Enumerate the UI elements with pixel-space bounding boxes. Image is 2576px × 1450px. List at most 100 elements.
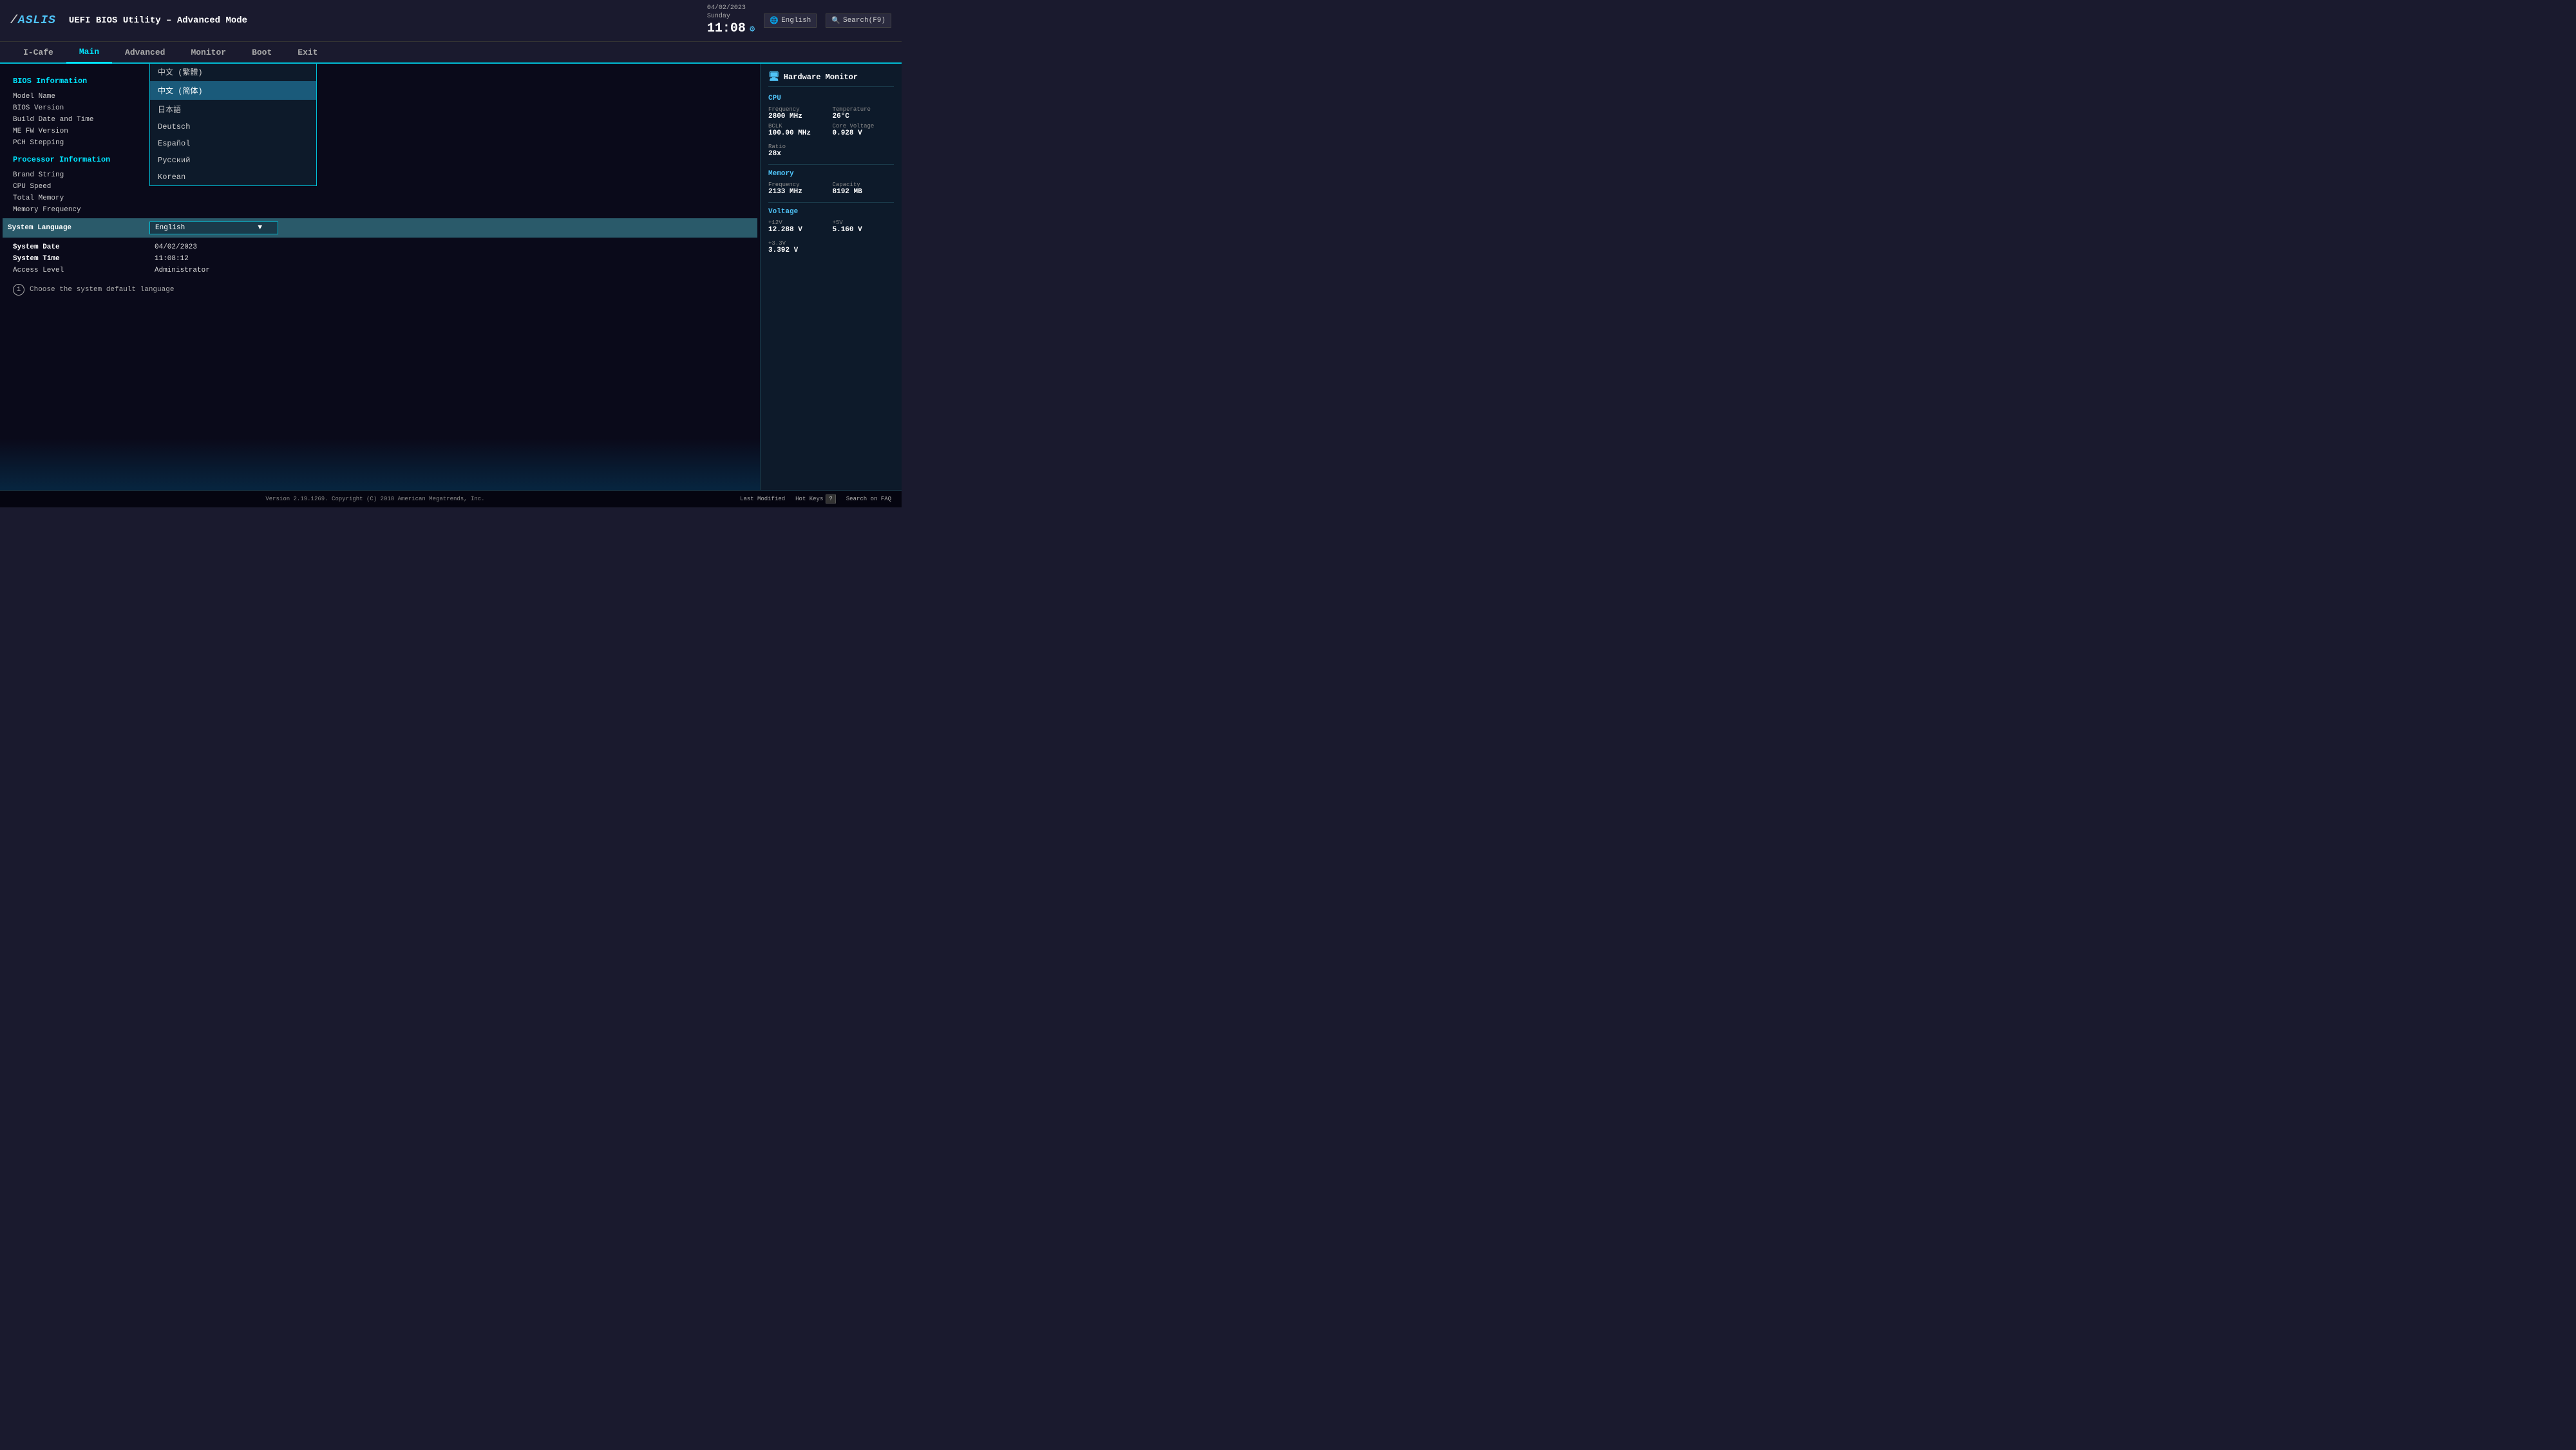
- mem-freq-value: 2133 MHz: [768, 188, 830, 196]
- selected-language-label: English: [155, 224, 185, 232]
- cpu-speed-row: CPU Speed: [13, 181, 747, 193]
- cpu-temp-value: 26°C: [833, 113, 895, 120]
- model-name-row: Model Name EX-B360M-V3: [13, 91, 747, 102]
- gear-icon[interactable]: ⚙: [750, 24, 755, 35]
- core-voltage-value: 0.928 V: [833, 129, 895, 137]
- access-level-value: Administrator: [155, 267, 210, 274]
- hw-monitor-label: Hardware Monitor: [784, 73, 858, 82]
- v12-value: 12.288 V: [768, 226, 830, 234]
- search-faq-label: Search on FAQ: [846, 496, 891, 502]
- v12-item: +12V 12.288 V: [768, 220, 830, 234]
- datetime-block: 04/02/2023 Sunday 11:08 ⚙: [707, 4, 755, 37]
- model-name-label: Model Name: [13, 93, 155, 100]
- cpu-ratio-grid: Ratio 28x: [768, 144, 894, 158]
- lang-option-russian[interactable]: Русский: [150, 152, 316, 169]
- me-fw-label: ME FW Version: [13, 127, 155, 135]
- globe-icon: 🌐: [770, 16, 779, 25]
- lang-option-korean[interactable]: Korean: [150, 169, 316, 185]
- v12-label: +12V: [768, 220, 830, 226]
- footer-bar: Version 2.19.1269. Copyright (C) 2018 Am…: [0, 490, 902, 507]
- main-content: BIOS Information Model Name EX-B360M-V3 …: [0, 64, 902, 490]
- tab-icafe[interactable]: I-Cafe: [10, 42, 66, 62]
- hardware-monitor-panel: 🖥 Hardware Monitor CPU Frequency 2800 MH…: [760, 64, 902, 490]
- language-dropdown-container: English Français 中文 (繁體) 中文 (简体) 日本語 Deu…: [149, 221, 278, 234]
- v33-label: +3.3V: [768, 240, 830, 247]
- info-tip-text: Choose the system default language: [30, 286, 174, 294]
- bios-title: UEFI BIOS Utility – Advanced Mode: [69, 15, 247, 26]
- total-memory-label: Total Memory: [13, 194, 155, 202]
- bios-info-section-header: BIOS Information: [13, 77, 747, 86]
- lang-option-zh-cn[interactable]: 中文 (简体): [150, 81, 316, 100]
- hotkey-icon: ?: [826, 494, 835, 504]
- left-panel: BIOS Information Model Name EX-B360M-V3 …: [0, 64, 760, 490]
- tab-advanced[interactable]: Advanced: [112, 42, 178, 62]
- language-select-current[interactable]: English ▼: [149, 221, 278, 234]
- sys-time-value: 11:08:12: [155, 255, 189, 263]
- ratio-item: Ratio 28x: [768, 144, 830, 158]
- tab-boot[interactable]: Boot: [239, 42, 285, 62]
- voltage-grid-2: +3.3V 3.392 V: [768, 240, 894, 254]
- bg-accent-decoration: [0, 438, 760, 490]
- lang-option-ja[interactable]: 日本語: [150, 100, 316, 118]
- cpu-freq-item: Frequency 2800 MHz: [768, 106, 830, 120]
- brand-string-row: Brand String: [13, 169, 747, 181]
- day-display: Sunday: [707, 12, 755, 21]
- memory-freq-row: Memory Frequency: [13, 204, 747, 216]
- v5-label: +5V: [833, 220, 895, 226]
- sys-date-label: System Date: [13, 243, 155, 251]
- me-fw-row: ME FW Version: [13, 126, 747, 137]
- build-date-row: Build Date and Time 09/14/2018: [13, 114, 747, 126]
- v5-item: +5V 5.160 V: [833, 220, 895, 234]
- dropdown-arrow-icon: ▼: [258, 224, 262, 232]
- sys-time-label: System Time: [13, 255, 155, 263]
- memory-freq-label: Memory Frequency: [13, 206, 155, 214]
- bios-version-row: BIOS Version 1404 x64: [13, 102, 747, 114]
- search-button[interactable]: 🔍 Search(F9): [826, 14, 891, 28]
- core-voltage-item: Core Voltage 0.928 V: [833, 123, 895, 137]
- footer-right: Last Modified Hot Keys ? Search on FAQ: [740, 494, 891, 504]
- time-display: 11:08: [707, 21, 746, 36]
- lang-option-deutsch[interactable]: Deutsch: [150, 118, 316, 135]
- asus-logo: /ASLIS: [10, 14, 56, 27]
- mem-cap-label: Capacity: [833, 182, 895, 188]
- last-modified-item: Last Modified: [740, 496, 785, 502]
- tab-main[interactable]: Main: [66, 42, 112, 64]
- core-voltage-label: Core Voltage: [833, 123, 895, 129]
- cpu-grid: Frequency 2800 MHz Temperature 26°C BCLK…: [768, 106, 894, 137]
- hw-monitor-title: 🖥 Hardware Monitor: [768, 71, 894, 87]
- brand-string-label: Brand String: [13, 171, 155, 179]
- tab-monitor[interactable]: Monitor: [178, 42, 239, 62]
- lang-option-espanol[interactable]: Español: [150, 135, 316, 152]
- lang-option-zh-tw[interactable]: 中文 (繁體): [150, 64, 316, 81]
- search-faq-item: Search on FAQ: [846, 496, 891, 502]
- bclk-item: BCLK 100.00 MHz: [768, 123, 830, 137]
- cpu-freq-value: 2800 MHz: [768, 113, 830, 120]
- v5-value: 5.160 V: [833, 226, 895, 234]
- monitor-icon: 🖥: [768, 71, 780, 82]
- footer-version: Version 2.19.1269. Copyright (C) 2018 Am…: [10, 496, 740, 502]
- cpu-speed-label: CPU Speed: [13, 183, 155, 191]
- system-time-row: System Time 11:08:12: [13, 253, 747, 265]
- mem-freq-item: Frequency 2133 MHz: [768, 182, 830, 196]
- search-label: Search(F9): [843, 17, 886, 24]
- language-dropdown[interactable]: English Français 中文 (繁體) 中文 (简体) 日本語 Deu…: [149, 64, 317, 186]
- hot-keys-label: Hot Keys: [795, 496, 823, 502]
- pch-stepping-label: PCH Stepping: [13, 139, 155, 147]
- cpu-temp-label: Temperature: [833, 106, 895, 113]
- info-tip: i Choose the system default language: [13, 284, 747, 296]
- processor-info-section-header: Processor Information: [13, 155, 747, 164]
- voltage-section-title: Voltage: [768, 208, 894, 216]
- language-button[interactable]: 🌐 English: [764, 14, 817, 28]
- system-language-row[interactable]: System Language English Français 中文 (繁體)…: [3, 218, 757, 238]
- tab-exit[interactable]: Exit: [285, 42, 330, 62]
- date-display: 04/02/2023: [707, 4, 755, 12]
- v33-value: 3.392 V: [768, 247, 830, 254]
- system-date-row: System Date 04/02/2023: [13, 241, 747, 253]
- hw-divider-1: [768, 164, 894, 165]
- access-level-row: Access Level Administrator: [13, 265, 747, 276]
- mem-cap-item: Capacity 8192 MB: [833, 182, 895, 196]
- ratio-label: Ratio: [768, 144, 830, 150]
- v33-item: +3.3V 3.392 V: [768, 240, 830, 254]
- bios-version-label: BIOS Version: [13, 104, 155, 112]
- info-icon: i: [13, 284, 24, 296]
